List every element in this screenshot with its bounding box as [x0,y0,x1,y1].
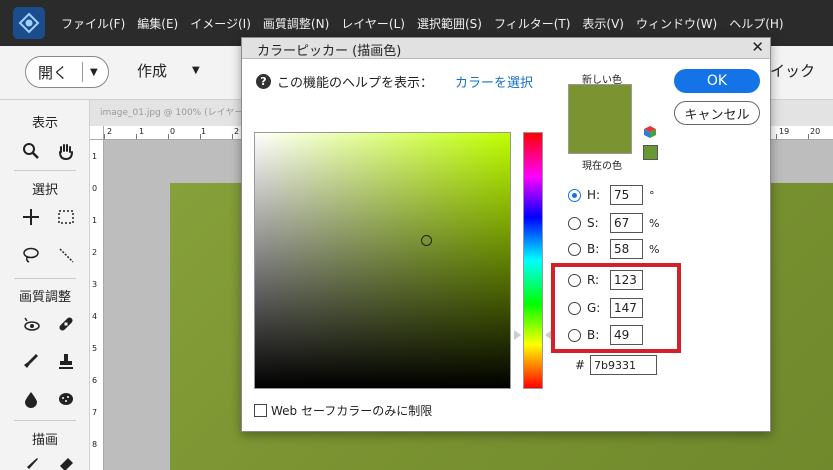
saturation-row: S: 67 % [568,213,659,233]
move-icon[interactable] [20,206,42,228]
menu-layer[interactable]: レイヤー(L) [341,15,405,32]
ruler-number: 1 [92,216,98,225]
brightness-row: B: 58 % [568,239,659,259]
ruler-number: 20 [810,127,821,136]
hex-hash-label: # [575,358,586,372]
brush-icon[interactable] [20,454,42,470]
menu-select[interactable]: 選択範囲(S) [417,15,482,32]
saturation-label: S: [587,216,599,230]
saturation-radio[interactable] [568,216,581,230]
clone-stamp-icon[interactable] [55,350,77,372]
marquee-icon[interactable] [55,206,77,228]
hex-field[interactable]: 7b9331 [590,355,657,375]
ruler-corner [90,126,104,140]
hue-slider-left-handle[interactable] [514,330,521,341]
hue-slider-bar[interactable] [523,132,543,389]
ruler-number: 0 [170,127,176,136]
tools-divider [14,170,76,171]
blur-icon[interactable] [20,388,42,410]
lasso-icon[interactable] [20,244,42,266]
menu-view[interactable]: 表示(V) [582,15,624,32]
open-button[interactable]: 開く ▼ [25,56,109,88]
magic-wand-icon[interactable] [55,244,77,266]
app-logo-icon[interactable] [13,7,45,39]
color-marker[interactable] [421,234,433,246]
cancel-button[interactable]: キャンセル [674,101,760,125]
ruler-number: 3 [92,280,98,289]
menu-edit[interactable]: 編集(E) [137,15,178,32]
tools-section-draw: 描画 [31,433,58,448]
tools-section-view: 表示 [31,116,58,131]
create-chevron-down-icon[interactable]: ▼ [192,65,200,76]
help-link[interactable]: カラーを選択 [455,72,533,91]
saturation-field[interactable]: 67 [610,213,643,233]
websafe-label: Web セーフカラーのみに制限 [271,404,433,418]
zoom-icon[interactable] [20,140,42,162]
saturation-unit: % [649,216,660,230]
dialog-title: カラーピッカー (描画色) [257,44,402,59]
ruler-number: 6 [92,376,98,385]
ruler-number: 4 [92,312,98,321]
cube-icon[interactable] [643,125,657,139]
smart-brush-icon[interactable] [20,350,42,372]
tools-divider [14,278,76,279]
ruler-number: 0 [92,184,98,193]
hue-radio[interactable] [568,188,581,202]
sponge-icon[interactable] [55,388,77,410]
menu-enhance[interactable]: 画質調整(N) [263,15,329,32]
menu-window[interactable]: ウィンドウ(W) [636,15,717,32]
ruler-number: 19 [779,127,790,136]
tools-section-enhance: 画質調整 [18,290,71,305]
help-row: ? この機能のヘルプを表示： カラーを選択 [256,72,533,91]
websafe-row: Web セーフカラーのみに制限 [254,402,432,419]
vertical-ruler: 1 0 1 2 3 4 5 6 7 8 [90,140,104,470]
ok-button[interactable]: OK [674,69,760,93]
websafe-color-chip[interactable] [643,145,658,160]
spot-healing-icon[interactable] [55,313,77,335]
tools-panel: 表示 選択 画質調整 描画 [0,100,90,470]
rgb-highlight-box [551,263,681,353]
current-color-label: 現在の色 [582,161,622,172]
hue-label: H: [587,188,601,202]
quick-mode-tab[interactable]: イック [770,60,815,81]
brightness-field[interactable]: 58 [610,239,643,259]
ruler-number: 2 [107,127,113,136]
menu-help[interactable]: ヘルプ(H) [729,15,783,32]
new-color-swatch [568,84,632,154]
help-icon: ? [256,74,271,89]
ruler-number: 1 [201,127,207,136]
help-text: この機能のヘルプを表示： [277,76,434,91]
eraser-icon[interactable] [55,454,77,470]
brightness-label: B: [587,242,600,256]
ruler-number: 8 [92,440,98,449]
ruler-number: 1 [139,127,145,136]
tools-section-select: 選択 [31,183,58,198]
hand-icon[interactable] [55,140,77,162]
brightness-unit: % [649,242,660,256]
tools-divider [14,420,76,421]
saturation-brightness-field[interactable] [254,132,511,389]
chevron-down-icon[interactable]: ▼ [83,67,98,78]
color-picker-dialog: カラーピッカー (描画色) ✕ ? この機能のヘルプを表示： カラーを選択 新し… [241,37,771,432]
ruler-number: 7 [92,408,98,417]
open-label: 開く [38,63,69,82]
ruler-number: 2 [234,127,240,136]
red-eye-icon[interactable] [20,313,42,335]
hue-field[interactable]: 75 [610,185,643,205]
close-icon[interactable]: ✕ [751,38,764,56]
menu-file[interactable]: ファイル(F) [61,15,125,32]
hue-row: H: 75 ° [568,185,655,205]
hue-unit: ° [649,188,655,202]
ruler-number: 2 [92,248,98,257]
websafe-checkbox[interactable] [254,404,267,417]
dialog-titlebar[interactable]: カラーピッカー (描画色) ✕ [242,38,770,59]
create-menu[interactable]: 作成 [137,60,167,81]
ruler-number: 1 [92,152,98,161]
brightness-radio[interactable] [568,242,581,256]
menu-filter[interactable]: フィルター(T) [494,15,570,32]
hex-row: # 7b9331 [575,355,657,375]
ruler-number: 5 [92,344,98,353]
menu-image[interactable]: イメージ(I) [190,15,251,32]
